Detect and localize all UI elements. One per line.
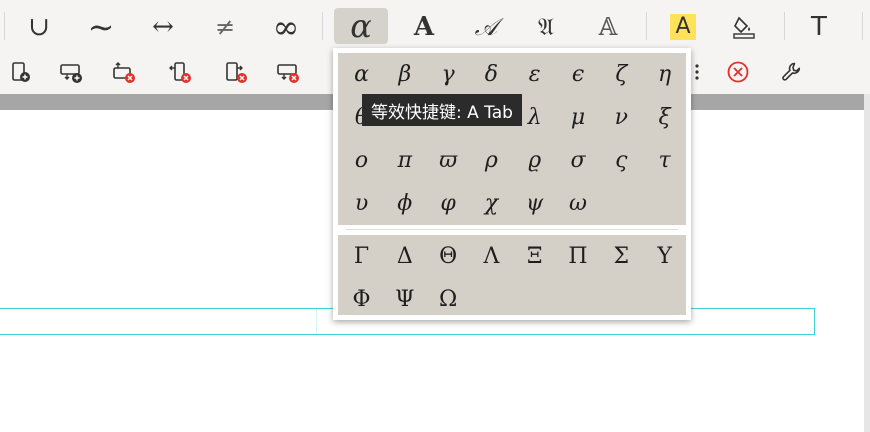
tilde-button[interactable]: ∼ (80, 8, 122, 46)
delete-column-right-icon (226, 62, 247, 83)
highlight-color-button[interactable]: A (664, 8, 702, 46)
greek-symbol[interactable]: Π (557, 235, 600, 278)
greek-symbol[interactable]: β (383, 53, 426, 96)
highlight-a-icon: A (670, 14, 696, 40)
script-font-button[interactable]: 𝒜 (466, 8, 506, 46)
bold-font-button[interactable]: A (404, 8, 444, 46)
delete-table-button[interactable] (722, 56, 754, 88)
greek-letters-popup: αβγδεϵζηθϑικλμνξοπϖρϱσςτυϕφχψω ΓΔΘΛΞΠΣΥΦ… (333, 48, 691, 320)
greek-symbol[interactable]: Υ (643, 235, 686, 278)
fill-color-button[interactable] (724, 8, 764, 46)
tooltip-text: 等效快捷键: A Tab (371, 102, 513, 123)
greek-symbol[interactable]: π (383, 139, 426, 182)
delete-column-left-icon (169, 62, 191, 83)
greek-symbol[interactable]: υ (340, 182, 383, 225)
greek-letters-button[interactable]: α (334, 7, 388, 45)
greek-symbol[interactable]: Ω (427, 278, 470, 321)
text-t-icon: T (811, 12, 827, 42)
delete-circle-icon (727, 61, 749, 83)
toolbar-separator (862, 12, 863, 40)
double-struck-a-icon: 𝔸 (598, 13, 618, 41)
greek-symbol[interactable]: γ (427, 53, 470, 96)
greek-symbol[interactable]: Φ (340, 278, 383, 321)
delete-row-above-icon (113, 62, 135, 83)
wrench-icon (782, 62, 801, 81)
greek-symbol[interactable]: Δ (383, 235, 426, 278)
greek-symbol[interactable]: ζ (600, 53, 643, 96)
text-button[interactable]: T (800, 8, 838, 46)
insert-row-below-button[interactable] (55, 56, 87, 88)
greek-symbol[interactable]: ϱ (513, 139, 556, 182)
fraktur-a-icon: 𝔄 (538, 13, 554, 41)
tilde-icon: ∼ (87, 8, 115, 46)
paint-bucket-icon (733, 16, 755, 39)
script-a-icon: 𝒜 (474, 13, 498, 41)
greek-symbol[interactable]: ν (600, 96, 643, 139)
greek-symbol[interactable]: Γ (340, 235, 383, 278)
infinity-button[interactable]: ∞ (264, 8, 308, 46)
more-options-button[interactable] (690, 56, 704, 88)
not-equal-icon: ≠ (214, 13, 236, 41)
greek-symbol[interactable]: χ (470, 182, 513, 225)
greek-symbol[interactable]: ξ (643, 96, 686, 139)
greek-symbol[interactable]: Ψ (383, 278, 426, 321)
table-cell-divider (316, 309, 317, 334)
left-right-arrow-icon: ↔ (152, 12, 174, 42)
greek-symbol[interactable]: ε (513, 53, 556, 96)
toolbar-separator (4, 12, 5, 40)
delete-row-below-button[interactable] (272, 56, 304, 88)
left-right-arrow-button[interactable]: ↔ (142, 8, 184, 46)
greek-symbol[interactable]: δ (470, 53, 513, 96)
alpha-icon: α (350, 7, 372, 45)
greek-symbol[interactable]: μ (557, 96, 600, 139)
infinity-icon: ∞ (272, 8, 300, 46)
union-button[interactable]: ∪ (20, 8, 58, 46)
delete-column-right-button[interactable] (220, 56, 252, 88)
greek-symbol[interactable]: ϖ (427, 139, 470, 182)
greek-symbol[interactable]: ω (557, 182, 600, 225)
union-icon: ∪ (28, 12, 50, 42)
greek-symbol[interactable]: ο (340, 139, 383, 182)
greek-symbol-grid: αβγδεϵζηθϑικλμνξοπϖρϱσςτυϕφχψω ΓΔΘΛΞΠΣΥΦ… (338, 53, 686, 315)
greek-symbol[interactable]: Λ (470, 235, 513, 278)
greek-symbol[interactable]: Ξ (513, 235, 556, 278)
table-settings-button[interactable] (776, 56, 808, 88)
insert-row-button[interactable] (6, 56, 36, 88)
greek-symbol[interactable]: φ (427, 182, 470, 225)
greek-symbol[interactable]: ρ (470, 139, 513, 182)
insert-document-icon (12, 62, 30, 82)
double-struck-font-button[interactable]: 𝔸 (588, 8, 628, 46)
greek-symbol[interactable]: ϵ (557, 53, 600, 96)
greek-symbol[interactable]: τ (643, 139, 686, 182)
greek-symbol[interactable]: Θ (427, 235, 470, 278)
toolbar-row-1: ∪ ∼ ↔ ≠ ∞ α A 𝒜 𝔄 𝔸 A T (0, 0, 870, 52)
toolbar-separator (646, 12, 647, 40)
bold-a-icon: A (413, 12, 435, 42)
group-separator (338, 225, 686, 235)
delete-column-left-button[interactable] (164, 56, 196, 88)
delete-row-above-button[interactable] (108, 56, 140, 88)
greek-symbol[interactable]: ψ (513, 182, 556, 225)
more-dots-icon (695, 64, 699, 80)
greek-symbol[interactable]: Σ (600, 235, 643, 278)
fraktur-font-button[interactable]: 𝔄 (526, 8, 566, 46)
greek-symbol[interactable]: η (643, 53, 686, 96)
vertical-scrollbar[interactable] (864, 94, 870, 432)
greek-symbol[interactable]: ϕ (383, 182, 426, 225)
not-equal-button[interactable]: ≠ (206, 8, 244, 46)
shortcut-tooltip: 等效快捷键: A Tab (362, 94, 522, 126)
greek-symbol[interactable]: α (340, 53, 383, 96)
insert-row-below-icon (60, 64, 82, 83)
delete-row-below-icon (277, 64, 299, 83)
greek-symbol[interactable]: ς (600, 139, 643, 182)
toolbar-separator (784, 12, 785, 40)
toolbar-separator (322, 12, 323, 40)
greek-symbol[interactable]: σ (557, 139, 600, 182)
